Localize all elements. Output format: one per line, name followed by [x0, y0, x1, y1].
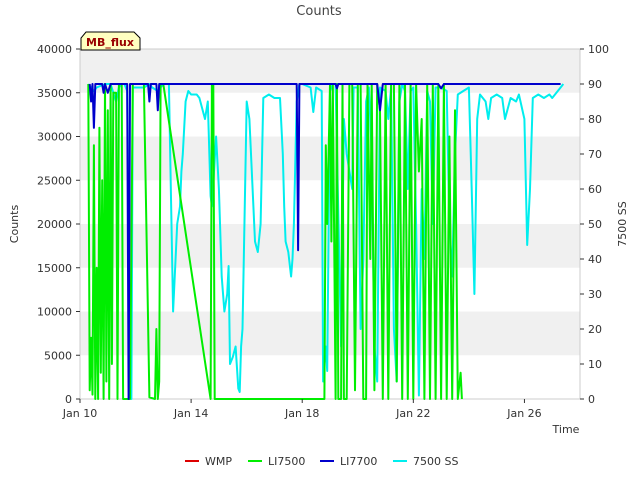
y-tick-label: 20000	[37, 218, 72, 231]
annotation-label: MB_flux	[86, 36, 134, 49]
y2-axis-label: 7500 SS	[616, 201, 629, 246]
legend-label: LI7700	[340, 455, 377, 468]
y-tick-label: 40000	[37, 43, 72, 56]
legend-label: WMP	[205, 455, 232, 468]
y2-tick-label: 10	[588, 358, 602, 371]
y-tick-label: 5000	[44, 349, 72, 362]
legend-label: 7500 SS	[413, 455, 458, 468]
y-tick-label: 10000	[37, 306, 72, 319]
y-tick-label: 35000	[37, 87, 72, 100]
legend-label: LI7500	[268, 455, 305, 468]
y-axis-label: Counts	[8, 205, 21, 244]
x-tick-label: Jan 18	[284, 407, 319, 420]
counts-chart: 0 5000 10000 15000 20000 25000 30000 35000 40000…	[0, 0, 640, 480]
y2-tick-label: 70	[588, 148, 602, 161]
y2-tick-label: 90	[588, 78, 602, 91]
y2-tick-label: 100	[588, 43, 609, 56]
y2-tick-label: 80	[588, 113, 602, 126]
y-tick-label: 30000	[37, 131, 72, 144]
x-tick-label: Jan 26	[506, 407, 541, 420]
y2-tick-label: 50	[588, 218, 602, 231]
plot-band	[80, 311, 580, 356]
y2-tick-label: 60	[588, 183, 602, 196]
x-tick-label: Jan 10	[62, 407, 97, 420]
plot-band	[80, 224, 580, 268]
chart-title: Counts	[296, 4, 342, 19]
x-tick-label: Jan 22	[395, 407, 430, 420]
x-axis-label: Time	[552, 423, 580, 436]
y2-tick-label: 40	[588, 253, 602, 266]
y-tick-label: 25000	[37, 174, 72, 187]
y2-tick-label: 20	[588, 323, 602, 336]
y2-tick-label: 0	[588, 393, 595, 406]
y-tick-label: 15000	[37, 262, 72, 275]
y-tick-label: 0	[65, 393, 72, 406]
x-tick-label: Jan 14	[173, 407, 208, 420]
y2-tick-label: 30	[588, 288, 602, 301]
annotation-box: MB_flux	[80, 31, 141, 51]
